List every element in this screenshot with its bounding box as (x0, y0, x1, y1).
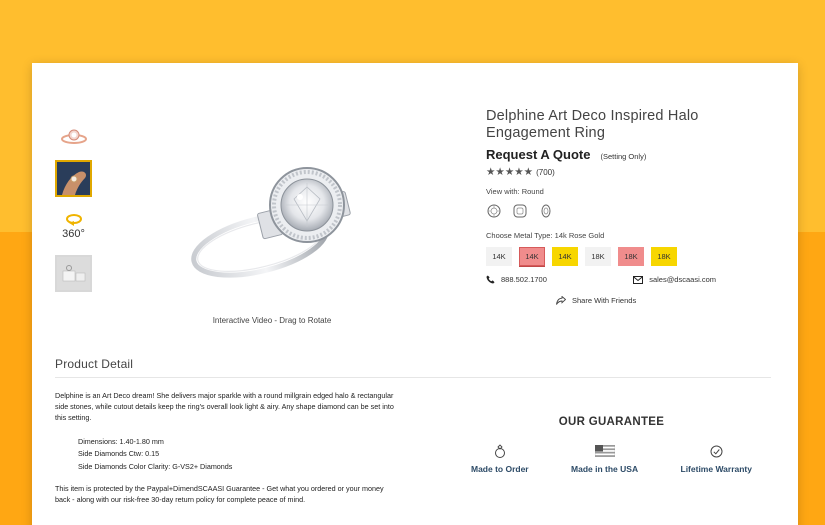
metal-option-18k-yellow[interactable]: 18K (651, 247, 677, 266)
round-diamond-icon (487, 204, 500, 217)
guarantee-label: Made to Order (471, 464, 529, 474)
quote-row: Request A Quote (Setting Only) (486, 147, 776, 162)
metal-type-selector: 14K 14K 14K 18K 18K 18K (486, 247, 776, 266)
media-caption: Interactive Video - Drag to Rotate (212, 316, 332, 325)
email-link[interactable]: sales@dscaasi.com (633, 275, 716, 284)
guarantee-made-in-usa: Made in the USA (571, 443, 638, 474)
product-description: Delphine is an Art Deco dream! She deliv… (55, 391, 394, 422)
metal-option-14k-rose[interactable]: 14K (519, 247, 545, 266)
share-link[interactable]: Share With Friends (556, 296, 776, 305)
review-count: (700) (536, 167, 555, 177)
rotate-360-icon (65, 213, 82, 226)
contact-row: 888.502.1700 sales@dscaasi.com (486, 275, 716, 284)
cushion-shape-option[interactable] (512, 203, 527, 218)
metal-option-14k-yellow[interactable]: 14K (552, 247, 578, 266)
phone-number: 888.502.1700 (501, 275, 547, 284)
thumbnail-ring-rose[interactable] (55, 121, 92, 151)
guarantee-lifetime-warranty: Lifetime Warranty (681, 443, 752, 474)
oval-shape-option[interactable] (538, 203, 553, 218)
metal-option-18k-white[interactable]: 18K (585, 247, 611, 266)
guarantee-label: Made in the USA (571, 464, 639, 474)
thumbnail-hand[interactable] (55, 160, 92, 197)
spec-dimensions: Dimensions: 1.40-1.80 mm (78, 437, 164, 446)
us-flag-icon (594, 445, 615, 457)
thumbnail-360[interactable]: 360° (55, 206, 92, 246)
ring-box-thumbnail-image (57, 257, 90, 290)
diamond-shape-selector (486, 203, 776, 218)
guarantee-description: This item is protected by the Paypal+Dim… (55, 484, 384, 504)
guarantee-section: OUR GUARANTEE Made to Order Made in the … (469, 416, 754, 474)
share-label: Share With Friends (572, 296, 637, 305)
rating[interactable]: ★★★★★ (700) (486, 166, 776, 178)
product-specs: Dimensions: 1.40-1.80 mm Side Diamonds C… (78, 436, 232, 473)
round-shape-option[interactable] (486, 203, 501, 218)
ring-product-image[interactable] (172, 163, 372, 298)
product-info: Delphine Art Deco Inspired Halo Engageme… (486, 108, 776, 305)
ring-thumbnail-image (60, 129, 87, 144)
metal-option-14k-white[interactable]: 14K (486, 247, 512, 266)
divider (55, 377, 771, 378)
product-card: 360° Interactive Video - Drag to Rotate … (32, 63, 798, 525)
spec-color-clarity: Side Diamonds Color Clarity: G-VS2+ Diam… (78, 461, 233, 471)
cushion-diamond-icon (513, 204, 526, 217)
setting-only-note: (Setting Only) (600, 152, 647, 161)
oval-diamond-icon (541, 204, 550, 217)
guarantee-label: Lifetime Warranty (680, 464, 752, 474)
email-address: sales@dscaasi.com (649, 275, 716, 284)
spec-side-diamonds-ctw: Side Diamonds Ctw: 0.15 (78, 449, 160, 459)
phone-link[interactable]: 888.502.1700 (486, 275, 547, 284)
share-icon (556, 296, 566, 305)
thumbnail-list: 360° (55, 121, 95, 301)
phone-icon (486, 275, 495, 284)
rotate-360-label: 360° (62, 227, 85, 240)
ring-icon (494, 444, 505, 458)
thumbnail-ring-box[interactable] (55, 255, 92, 292)
hand-thumbnail-image (57, 162, 90, 195)
metal-option-18k-rose[interactable]: 18K (618, 247, 644, 266)
guarantee-made-to-order: Made to Order (471, 443, 529, 474)
metal-type-label: Choose Metal Type: 14k Rose Gold (486, 231, 605, 240)
guarantee-items: Made to Order Made in the USA Lifetime W… (469, 443, 754, 474)
view-with-label: View with: Round (486, 187, 544, 196)
product-title: Delphine Art Deco Inspired Halo Engageme… (486, 108, 699, 141)
guarantee-heading: OUR GUARANTEE (558, 416, 665, 428)
ring-illustration (191, 167, 351, 278)
check-circle-icon (710, 445, 723, 457)
email-icon (633, 275, 644, 284)
product-detail-heading: Product Detail (55, 357, 134, 371)
star-rating-icon: ★★★★★ (486, 166, 534, 178)
request-quote-link[interactable]: Request A Quote (486, 147, 591, 162)
